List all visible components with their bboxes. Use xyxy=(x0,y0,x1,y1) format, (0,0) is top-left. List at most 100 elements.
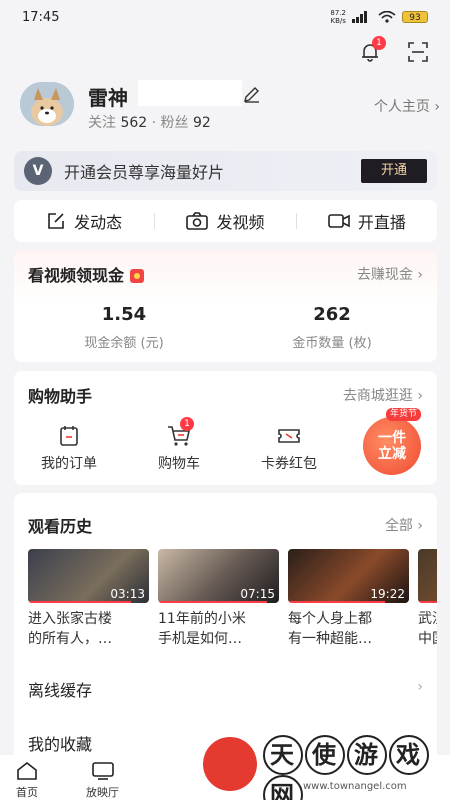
battery-indicator: 93 xyxy=(402,11,428,23)
video-title-line1: 11年前的小米 xyxy=(158,611,246,627)
video-thumbnail: 07:15 xyxy=(158,549,279,603)
video-thumbnail xyxy=(418,549,437,603)
cash-card-title: 看视频领现金 xyxy=(28,262,145,286)
promo-tag: 年货节 xyxy=(385,408,421,421)
wifi-icon xyxy=(378,11,396,23)
mall-link[interactable]: 去商城逛逛 › xyxy=(343,385,423,405)
history-list: 03:13 进入张家古楼 的所有人，… 07:15 11年前的小米 手机是如何…… xyxy=(28,549,437,649)
notification-badge: 1 xyxy=(372,36,386,50)
netspeed-unit: KB/s xyxy=(330,17,346,25)
fans-label: 粉丝 xyxy=(160,115,189,131)
status-bar: 17:45 87.2 KB/s 93 xyxy=(0,0,450,34)
shop-items: 我的订单 1 购物车 卡券红包 xyxy=(14,417,344,473)
promo-discount-button[interactable]: 年货节 一件 立减 xyxy=(363,408,421,475)
netspeed-value: 87.2 xyxy=(330,9,346,17)
post-video-button[interactable]: 发视频 xyxy=(155,209,295,233)
video-title-line2: 有一种超能… xyxy=(288,631,372,647)
go-live-label: 开直播 xyxy=(357,213,406,232)
post-video-label: 发视频 xyxy=(216,213,265,232)
camera-icon xyxy=(186,212,209,230)
scan-icon xyxy=(408,42,428,62)
chevron-right-icon: › xyxy=(417,679,423,695)
promo-line2: 立减 xyxy=(378,446,406,462)
nav-home[interactable]: 首页 xyxy=(16,755,38,800)
video-title-line1: 进入张家古楼 xyxy=(28,611,112,627)
video-thumbnail: 03:13 xyxy=(28,549,149,603)
history-title: 观看历史 xyxy=(28,517,93,536)
avatar[interactable] xyxy=(20,82,74,126)
cart-label: 购物车 xyxy=(158,456,200,472)
network-speed: 87.2 KB/s xyxy=(330,9,346,25)
watermark-url: www.townangel.com xyxy=(303,781,407,792)
offline-cache-row[interactable]: 离线缓存 xyxy=(28,677,92,701)
shop-title: 购物助手 xyxy=(28,387,93,406)
tv-icon xyxy=(91,762,114,780)
watermark-logo-icon xyxy=(203,737,257,791)
history-video[interactable]: 武汉 中国 xyxy=(418,549,437,649)
post-moment-label: 发动态 xyxy=(74,213,123,232)
history-video[interactable]: 03:13 进入张家古楼 的所有人，… xyxy=(28,549,149,649)
vip-text: 开通会员尊享海量好片 xyxy=(64,163,225,182)
homepage-link[interactable]: 个人主页 › xyxy=(374,96,440,116)
my-orders-button[interactable]: 我的订单 xyxy=(14,423,124,473)
username: 雷神 xyxy=(88,86,128,110)
video-title-line2: 中国 xyxy=(418,631,437,647)
cash-title-text: 看视频领现金 xyxy=(28,266,125,285)
video-camera-icon xyxy=(328,214,350,228)
follow-stats: 关注 562 · 粉丝 92 xyxy=(88,115,211,131)
video-title-line1: 每个人身上都 xyxy=(288,611,372,627)
status-time: 17:45 xyxy=(22,9,60,25)
vip-logo-icon: V xyxy=(24,157,52,185)
scan-button[interactable] xyxy=(406,40,430,64)
top-toolbar: 1 xyxy=(358,34,430,70)
signal-icon xyxy=(352,11,367,23)
create-actions: 发动态 发视频 开直播 xyxy=(14,200,437,242)
favorites-row[interactable]: 我的收藏 xyxy=(28,731,92,755)
history-video[interactable]: 19:22 每个人身上都 有一种超能… xyxy=(288,549,409,649)
nav-theater[interactable]: 放映厅 xyxy=(86,755,119,800)
video-title-line1: 武汉 xyxy=(418,611,437,627)
watch-progress xyxy=(418,601,437,603)
coupon-icon xyxy=(278,429,300,443)
cash-reward-card: 看视频领现金 去赚现金 › 1.54 现金余额 (元) 262 金币数量 (枚) xyxy=(14,250,437,362)
order-icon xyxy=(60,426,78,446)
coupons-label: 卡券红包 xyxy=(261,456,317,472)
offline-cache-label: 离线缓存 xyxy=(28,681,93,700)
favorites-label: 我的收藏 xyxy=(28,735,93,754)
cart-badge: 1 xyxy=(180,417,194,431)
go-live-button[interactable]: 开直播 xyxy=(297,209,437,233)
video-title-line2: 的所有人，… xyxy=(28,631,112,647)
fans-count[interactable]: 92 xyxy=(193,115,211,131)
dog-avatar-icon xyxy=(20,82,74,126)
notification-button[interactable]: 1 xyxy=(358,36,386,64)
my-orders-label: 我的订单 xyxy=(41,456,97,472)
watch-progress xyxy=(28,601,131,603)
post-moment-button[interactable]: 发动态 xyxy=(14,209,154,233)
site-watermark: 天使游戏网 www.townangel.com xyxy=(203,735,448,800)
coupons-button[interactable]: 卡券红包 xyxy=(234,423,344,473)
redacted-name xyxy=(138,80,242,106)
promo-line1: 一件 xyxy=(378,430,406,446)
edit-pencil-icon[interactable] xyxy=(242,84,262,104)
history-all-link[interactable]: 全部 › xyxy=(385,515,423,535)
video-title-line2: 手机是如何… xyxy=(158,631,242,647)
nav-home-label: 首页 xyxy=(16,786,38,799)
shopping-assistant-card: 购物助手 去商城逛逛 › 我的订单 1 购物车 卡券红包 年货节 一件 立减 xyxy=(14,371,437,485)
red-packet-icon xyxy=(130,269,145,283)
cash-balance-label: 现金余额 (元) xyxy=(84,336,164,351)
watch-progress xyxy=(158,601,267,603)
earn-cash-link[interactable]: 去赚现金 › xyxy=(357,264,423,284)
nav-theater-label: 放映厅 xyxy=(86,786,119,799)
video-duration: 07:15 xyxy=(240,587,275,601)
history-video[interactable]: 07:15 11年前的小米 手机是如何… xyxy=(158,549,279,649)
cart-button[interactable]: 1 购物车 xyxy=(124,417,234,473)
coin-count-value[interactable]: 262 xyxy=(232,304,432,325)
vip-open-button[interactable]: 开通 xyxy=(361,159,427,183)
cash-balance-value[interactable]: 1.54 xyxy=(24,304,224,325)
video-duration: 03:13 xyxy=(110,587,145,601)
follow-count[interactable]: 562 xyxy=(120,115,147,131)
coin-count-label: 金币数量 (枚) xyxy=(292,336,372,351)
vip-banner[interactable]: V 开通会员尊享海量好片 开通 xyxy=(14,151,437,191)
edit-square-icon xyxy=(48,213,64,229)
follow-label: 关注 xyxy=(88,115,116,131)
